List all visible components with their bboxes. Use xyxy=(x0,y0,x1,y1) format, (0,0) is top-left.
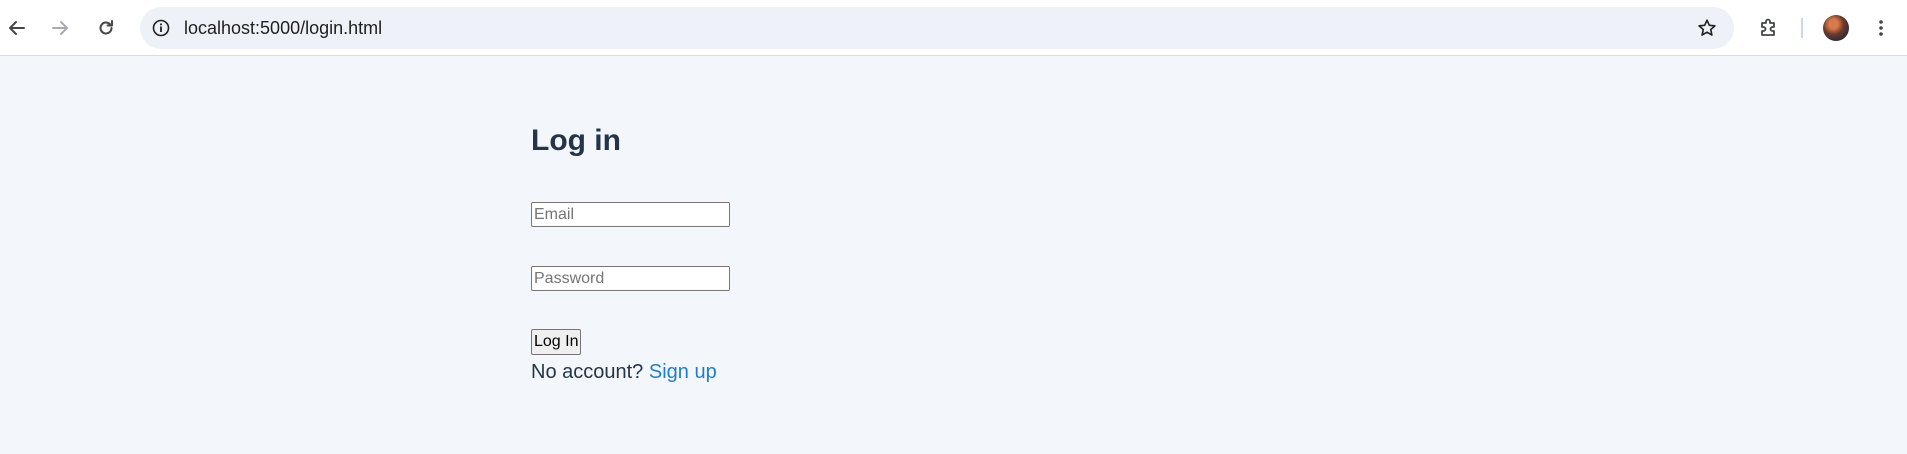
page-title: Log in xyxy=(531,124,621,157)
back-button[interactable] xyxy=(2,13,32,43)
forward-button[interactable] xyxy=(45,13,75,43)
star-icon[interactable] xyxy=(1696,17,1718,39)
kebab-menu-icon xyxy=(1871,18,1891,38)
reload-button[interactable] xyxy=(91,13,121,43)
info-icon[interactable] xyxy=(150,17,172,39)
reload-icon xyxy=(96,18,116,38)
address-bar-url[interactable]: localhost:5000/login.html xyxy=(184,7,382,49)
extensions-button[interactable] xyxy=(1754,13,1784,43)
avatar[interactable] xyxy=(1823,15,1849,41)
login-page: Log in Log In No account? Sign up xyxy=(0,56,1907,454)
address-bar[interactable]: localhost:5000/login.html xyxy=(140,7,1734,49)
forward-arrow-icon xyxy=(50,18,70,38)
signup-prompt: No account? Sign up xyxy=(531,361,717,384)
back-arrow-icon xyxy=(7,18,27,38)
password-field[interactable] xyxy=(531,266,730,291)
puzzle-icon xyxy=(1758,17,1780,39)
login-button[interactable]: Log In xyxy=(531,329,582,355)
browser-toolbar: localhost:5000/login.html xyxy=(0,0,1907,56)
browser-menu-button[interactable] xyxy=(1866,13,1896,43)
email-field[interactable] xyxy=(531,202,730,227)
toolbar-divider xyxy=(1801,18,1803,38)
signup-link[interactable]: Sign up xyxy=(649,361,717,383)
no-account-text: No account? xyxy=(531,361,644,383)
